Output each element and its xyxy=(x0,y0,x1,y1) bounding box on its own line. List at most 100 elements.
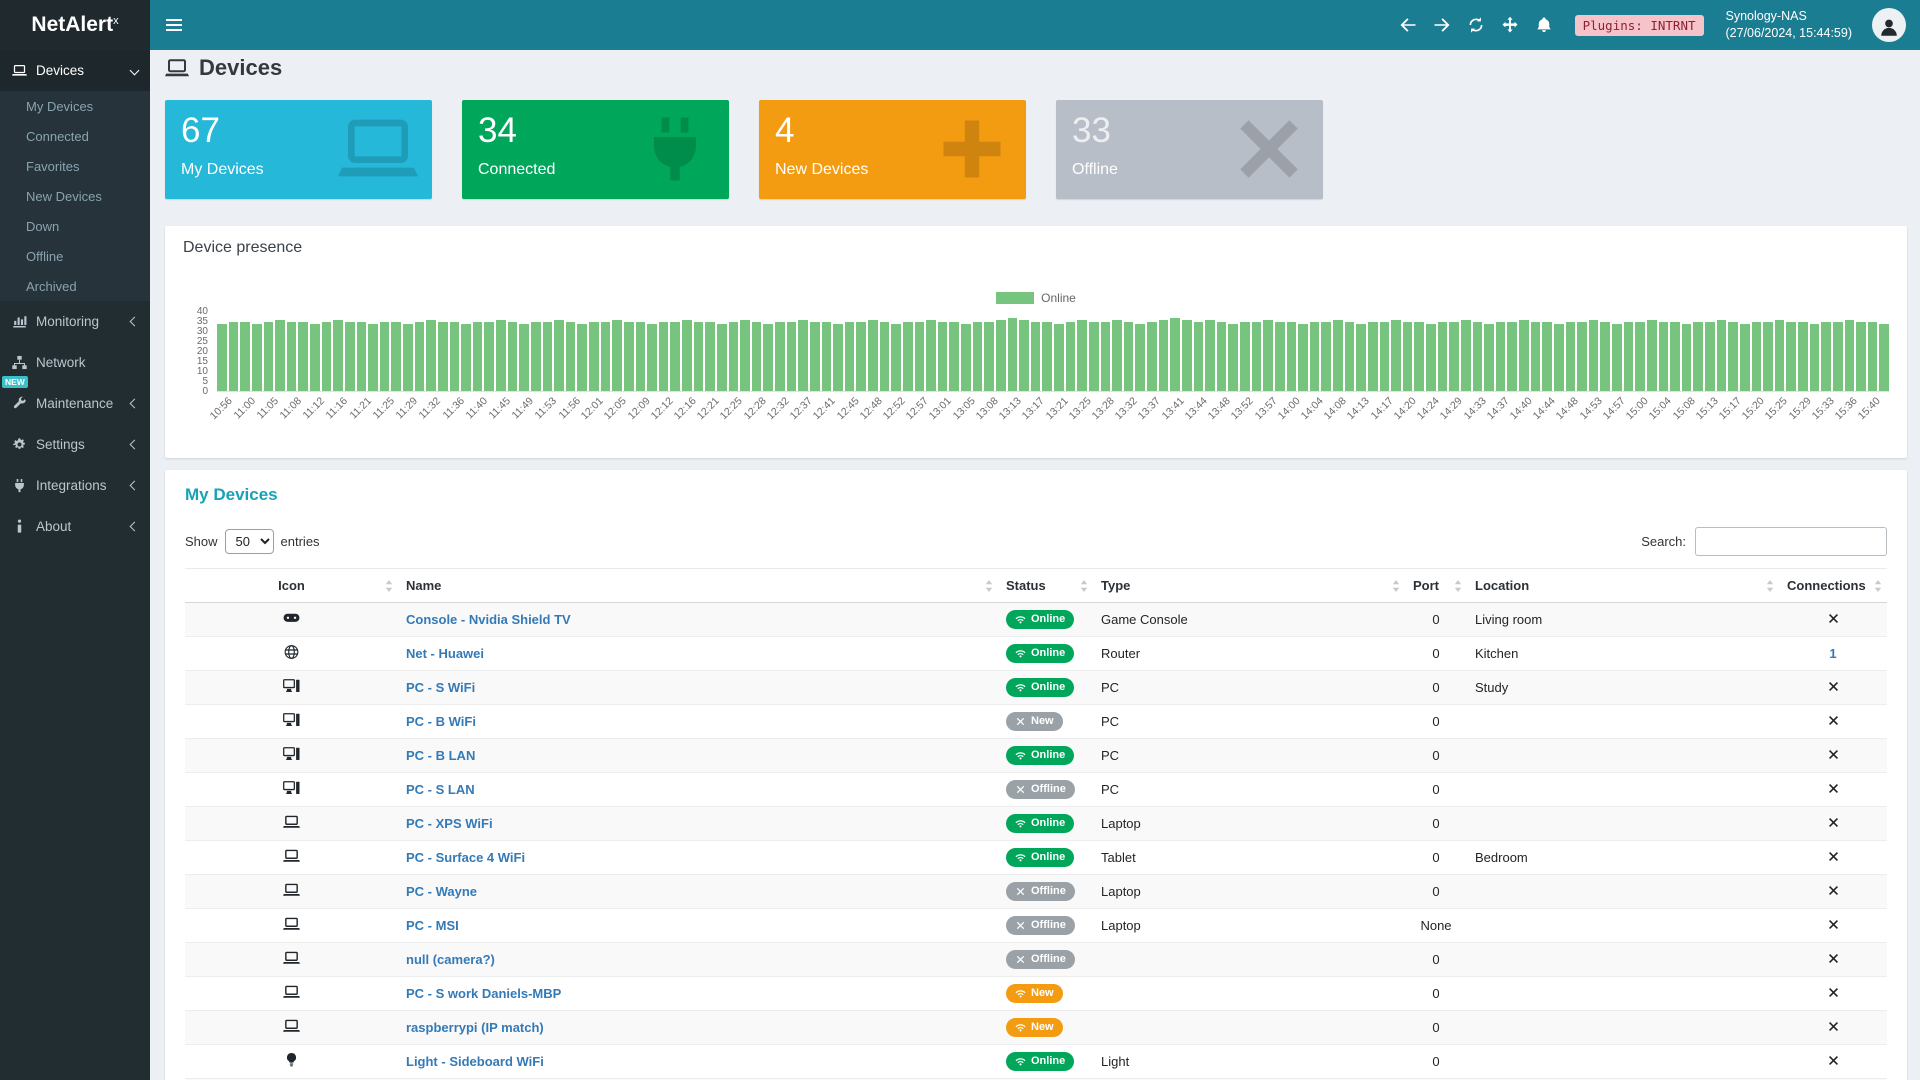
chart-legend[interactable]: Online xyxy=(183,290,1889,306)
delete-connection-icon[interactable] xyxy=(1828,613,1839,624)
delete-connection-icon[interactable] xyxy=(1828,715,1839,726)
presence-chart: 0510152025303540 10:5611:0011:0511:0811:… xyxy=(183,312,1889,454)
plugins-status-badge[interactable]: Plugins: INTRNT xyxy=(1575,15,1704,36)
device-name-link[interactable]: PC - S WiFi xyxy=(406,680,475,695)
column-header-status[interactable]: Status xyxy=(998,569,1093,603)
column-header-connections[interactable]: Connections xyxy=(1779,569,1887,603)
bell-icon[interactable] xyxy=(1535,16,1553,34)
chart-bar xyxy=(891,324,901,391)
page-size-select[interactable]: 50 xyxy=(225,529,274,554)
chevron-left-icon xyxy=(130,440,140,450)
column-header-location[interactable]: Location xyxy=(1467,569,1779,603)
sort-icon[interactable] xyxy=(1454,580,1462,592)
devices-table-title[interactable]: My Devices xyxy=(185,484,1887,506)
column-header-name[interactable]: Name xyxy=(398,569,998,603)
sidebar-label: About xyxy=(36,519,71,534)
sort-icon[interactable] xyxy=(385,580,393,592)
delete-connection-icon[interactable] xyxy=(1828,953,1839,964)
sidebar-subitem-connected[interactable]: Connected xyxy=(0,121,150,151)
chart-bar xyxy=(1159,320,1169,391)
column-header-icon[interactable]: Icon xyxy=(185,569,398,603)
delete-connection-icon[interactable] xyxy=(1828,749,1839,760)
person-icon xyxy=(1878,16,1900,38)
sort-icon[interactable] xyxy=(1766,580,1774,592)
sidebar-subitem-favorites[interactable]: Favorites xyxy=(0,151,150,181)
sidebar-subitem-my-devices[interactable]: My Devices xyxy=(0,91,150,121)
sidebar-subitem-new-devices[interactable]: New Devices xyxy=(0,181,150,211)
move-icon[interactable] xyxy=(1501,16,1519,34)
sidebar-link-integrations[interactable]: Integrations xyxy=(0,465,150,506)
sort-icon[interactable] xyxy=(1080,580,1088,592)
search-input[interactable] xyxy=(1695,527,1887,556)
device-name-link[interactable]: PC - XPS WiFi xyxy=(406,816,493,831)
delete-connection-icon[interactable] xyxy=(1828,681,1839,692)
refresh-icon[interactable] xyxy=(1467,16,1485,34)
chart-bar xyxy=(996,320,1006,391)
connections-link[interactable]: 1 xyxy=(1829,646,1836,661)
chart-bar xyxy=(461,324,471,391)
device-name-link[interactable]: PC - Surface 4 WiFi xyxy=(406,850,525,865)
device-name-link[interactable]: PC - S LAN xyxy=(406,782,475,797)
chart-bar xyxy=(787,322,797,391)
sidebar-link-devices[interactable]: Devices xyxy=(0,50,150,91)
chart-bar xyxy=(717,324,727,391)
column-label: Location xyxy=(1475,578,1529,593)
device-name-link[interactable]: PC - S work Daniels-MBP xyxy=(406,986,561,1001)
delete-connection-icon[interactable] xyxy=(1828,1055,1839,1066)
delete-connection-icon[interactable] xyxy=(1828,987,1839,998)
chart-bar xyxy=(1298,324,1308,391)
sidebar-subitem-offline[interactable]: Offline xyxy=(0,241,150,271)
column-header-type[interactable]: Type xyxy=(1093,569,1405,603)
chart-bar xyxy=(1391,320,1401,391)
plus-icon xyxy=(932,113,1012,185)
delete-connection-icon[interactable] xyxy=(1828,1021,1839,1032)
infobox-my-devices[interactable]: 67 My Devices xyxy=(165,100,432,199)
delete-connection-icon[interactable] xyxy=(1828,783,1839,794)
device-row: PC - Wayne Offline Laptop 0 xyxy=(185,875,1887,909)
infobox-connected[interactable]: 34 Connected xyxy=(462,100,729,199)
sort-icon[interactable] xyxy=(1874,580,1882,592)
device-name-link[interactable]: Net - Huawei xyxy=(406,646,484,661)
sidebar-toggle-button[interactable] xyxy=(150,0,198,50)
sidebar-link-about[interactable]: About xyxy=(0,506,150,547)
status-badge: Offline xyxy=(1006,916,1075,934)
sort-icon[interactable] xyxy=(1392,580,1400,592)
nav-back-icon[interactable] xyxy=(1399,16,1417,34)
device-name-link[interactable]: PC - B LAN xyxy=(406,748,475,763)
chart-bar xyxy=(1845,320,1855,391)
sidebar-item-settings: Settings xyxy=(0,424,150,465)
delete-connection-icon[interactable] xyxy=(1828,885,1839,896)
sidebar-subitem-archived[interactable]: Archived xyxy=(0,271,150,301)
chart-bar xyxy=(508,322,518,391)
delete-connection-icon[interactable] xyxy=(1828,851,1839,862)
chart-bar xyxy=(926,320,936,391)
app-logo[interactable]: NetAlertx xyxy=(0,0,150,50)
user-avatar[interactable] xyxy=(1872,8,1906,42)
device-name-link[interactable]: Console - Nvidia Shield TV xyxy=(406,612,571,627)
device-name-link[interactable]: raspberrypi (IP match) xyxy=(406,1020,544,1035)
chart-bar xyxy=(1194,322,1204,391)
sidebar-link-maintenance[interactable]: Maintenance xyxy=(0,383,150,424)
device-name-link[interactable]: PC - Wayne xyxy=(406,884,477,899)
device-name-link[interactable]: PC - MSI xyxy=(406,918,459,933)
chart-bar xyxy=(1786,322,1796,391)
delete-connection-icon[interactable] xyxy=(1828,817,1839,828)
sort-icon[interactable] xyxy=(985,580,993,592)
sidebar-link-settings[interactable]: Settings xyxy=(0,424,150,465)
delete-connection-icon[interactable] xyxy=(1828,919,1839,930)
infobox-offline[interactable]: 33 Offline xyxy=(1056,100,1323,199)
sidebar-label: Maintenance xyxy=(36,396,113,411)
column-header-port[interactable]: Port xyxy=(1405,569,1467,603)
nav-forward-icon[interactable] xyxy=(1433,16,1451,34)
infobox-new-devices[interactable]: 4 New Devices xyxy=(759,100,1026,199)
sidebar-link-monitoring[interactable]: Monitoring xyxy=(0,301,150,342)
chart-bar xyxy=(822,322,832,391)
sidebar-subitem-down[interactable]: Down xyxy=(0,211,150,241)
device-name-link[interactable]: Light - Sideboard WiFi xyxy=(406,1054,544,1069)
status-badge: Online xyxy=(1006,746,1074,764)
status-badge: Online xyxy=(1006,678,1074,696)
device-name-link[interactable]: null (camera?) xyxy=(406,952,495,967)
chart-bar xyxy=(403,324,413,391)
chart-bar xyxy=(973,322,983,391)
device-name-link[interactable]: PC - B WiFi xyxy=(406,714,476,729)
